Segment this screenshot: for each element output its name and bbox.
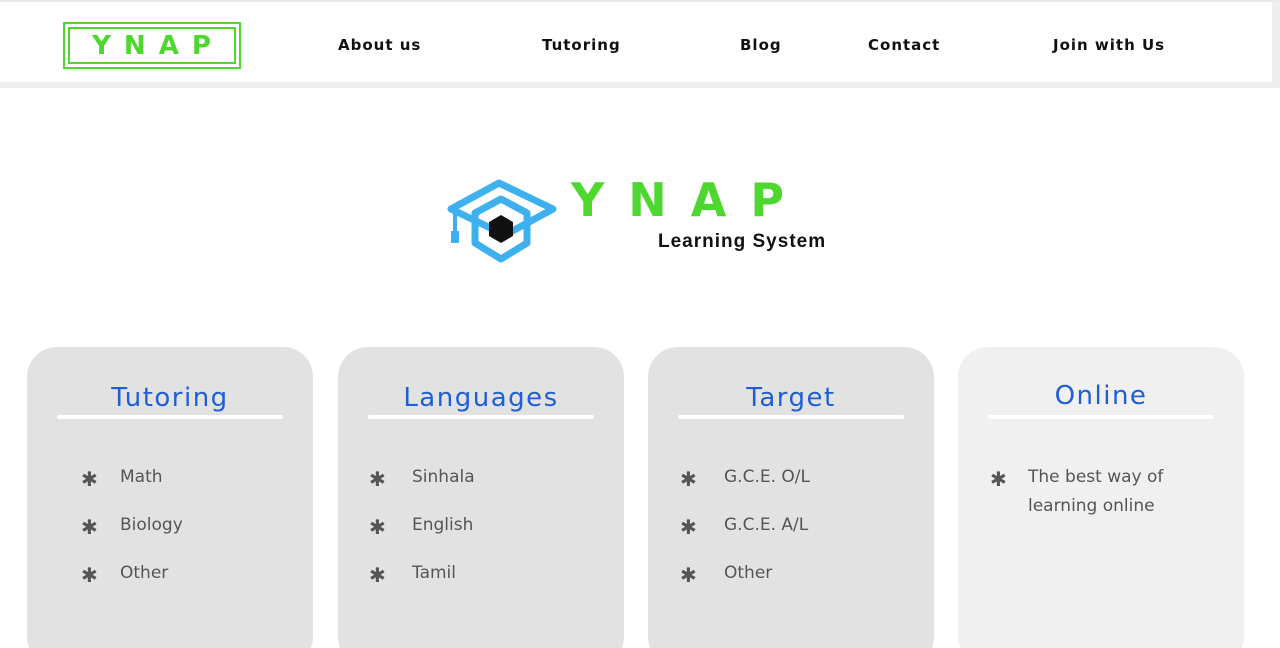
- asterisk-icon: ✱: [369, 515, 386, 539]
- list-item: ✱ Other: [27, 563, 313, 611]
- card-tutoring[interactable]: Tutoring ✱ Math ✱ Biology ✱ Other: [27, 347, 313, 648]
- list-item: ✱ English: [338, 515, 624, 563]
- list-item-label: The best way of learning online: [1028, 467, 1164, 516]
- card-divider: [678, 415, 904, 419]
- list-item-label: Other: [724, 563, 773, 583]
- brand-logo: YNAP Learning System: [445, 173, 835, 270]
- asterisk-icon: ✱: [369, 467, 386, 491]
- nav-contact[interactable]: Contact: [868, 36, 940, 54]
- list-item: ✱ Biology: [27, 515, 313, 563]
- card-languages[interactable]: Languages ✱ Sinhala ✱ English ✱ Tamil: [338, 347, 624, 648]
- list-item-label: Sinhala: [412, 467, 475, 487]
- list-item-label: G.C.E. O/L: [724, 467, 810, 487]
- asterisk-icon: ✱: [369, 563, 386, 587]
- header-logo[interactable]: YNAP: [63, 22, 241, 69]
- asterisk-icon: ✱: [81, 515, 98, 539]
- list-item: ✱ Tamil: [338, 563, 624, 611]
- list-item-label: G.C.E. A/L: [724, 515, 809, 535]
- asterisk-icon: ✱: [990, 467, 1007, 491]
- list-item: ✱ The best way of learning online: [958, 467, 1244, 516]
- nav-tutoring[interactable]: Tutoring: [542, 36, 621, 54]
- list-item-label: English: [412, 515, 474, 535]
- list-item-label: Math: [120, 467, 163, 487]
- asterisk-icon: ✱: [680, 467, 697, 491]
- nav-blog[interactable]: Blog: [740, 36, 782, 54]
- list-item-label: Biology: [120, 515, 183, 535]
- list-item: ✱ G.C.E. O/L: [648, 467, 934, 515]
- card-target[interactable]: Target ✱ G.C.E. O/L ✱ G.C.E. A/L ✱ Other: [648, 347, 934, 648]
- asterisk-icon: ✱: [81, 563, 98, 587]
- header-logo-text: YNAP: [68, 27, 236, 64]
- card-divider: [988, 415, 1214, 419]
- card-online[interactable]: Online ✱ The best way of learning online: [958, 347, 1244, 648]
- list-item: ✱ Math: [27, 467, 313, 515]
- list-item-label: Other: [120, 563, 169, 583]
- card-list: ✱ Sinhala ✱ English ✱ Tamil: [338, 467, 624, 611]
- list-item: ✱ Sinhala: [338, 467, 624, 515]
- card-title: Online: [1054, 381, 1148, 411]
- card-list: ✱ Math ✱ Biology ✱ Other: [27, 467, 313, 611]
- card-title: Tutoring: [111, 383, 229, 413]
- list-item: ✱ G.C.E. A/L: [648, 515, 934, 563]
- brand-name: YNAP: [571, 173, 809, 227]
- card-divider: [368, 415, 594, 419]
- card-title: Target: [746, 383, 836, 413]
- asterisk-icon: ✱: [680, 563, 697, 587]
- asterisk-icon: ✱: [81, 467, 98, 491]
- nav-join-with-us[interactable]: Join with Us: [1053, 36, 1165, 54]
- card-list: ✱ The best way of learning online: [958, 467, 1244, 516]
- card-list: ✱ G.C.E. O/L ✱ G.C.E. A/L ✱ Other: [648, 467, 934, 611]
- card-divider: [57, 415, 283, 419]
- top-navbar: YNAP About us Tutoring Blog Contact Join…: [0, 0, 1280, 88]
- list-item-label: Tamil: [412, 563, 456, 583]
- graduation-cap-hexagon-icon: [447, 179, 557, 263]
- list-item: ✱ Other: [648, 563, 934, 611]
- brand-tagline: Learning System: [658, 231, 827, 252]
- nav-about-us[interactable]: About us: [338, 36, 421, 54]
- asterisk-icon: ✱: [680, 515, 697, 539]
- card-title: Languages: [403, 383, 559, 413]
